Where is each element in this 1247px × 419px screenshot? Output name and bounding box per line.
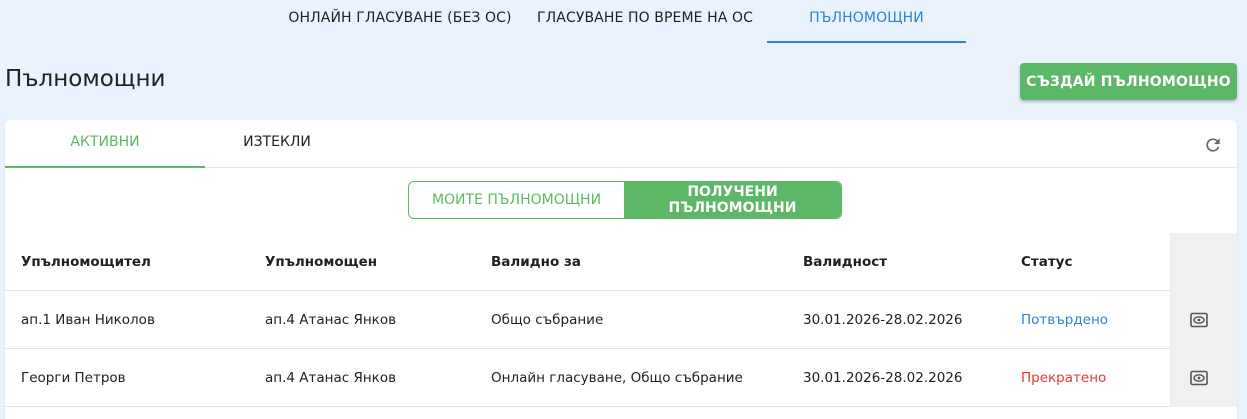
tab-proxies[interactable]: ПЪЛНОМОЩНИ xyxy=(767,0,966,44)
my-proxies-button[interactable]: МОИТЕ ПЪЛНОМОЩНИ xyxy=(409,182,624,218)
create-proxy-button[interactable]: СЪЗДАЙ ПЪЛНОМОЩНО xyxy=(1020,63,1237,100)
tab-active[interactable]: АКТИВНИ xyxy=(5,120,205,168)
proxy-cell: ап.4 Атанас Янков xyxy=(265,312,397,328)
top-tabs: ОНЛАЙН ГЛАСУВАНЕ (БЕЗ ОС) ГЛАСУВАНЕ ПО В… xyxy=(0,0,1247,44)
received-proxies-button[interactable]: ПОЛУЧЕНИ ПЪЛНОМОЩНИ xyxy=(624,182,841,218)
actions-column-header xyxy=(1170,233,1237,291)
validity-cell: 30.01.2026-28.02.2026 xyxy=(803,312,963,328)
column-header-proxy[interactable]: Упълномощен xyxy=(265,233,377,291)
tab-active-indicator xyxy=(767,41,966,43)
principal-cell: ап.1 Иван Николов xyxy=(21,312,155,328)
tab-expired[interactable]: ИЗТЕКЛИ xyxy=(177,120,377,168)
column-header-valid-for[interactable]: Валидно за xyxy=(491,233,581,291)
proxy-direction-toggle: МОИТЕ ПЪЛНОМОЩНИ ПОЛУЧЕНИ ПЪЛНОМОЩНИ xyxy=(408,181,842,219)
status-tabs: АКТИВНИ ИЗТЕКЛИ xyxy=(5,120,1237,168)
proxies-card: АКТИВНИ ИЗТЕКЛИ МОИТЕ ПЪЛНОМОЩНИ ПОЛУЧЕН… xyxy=(5,120,1237,419)
eye-icon[interactable] xyxy=(1190,312,1208,328)
table-header-row: Упълномощител Упълномощен Валидно за Вал… xyxy=(5,233,1237,291)
status-badge: Прекратено xyxy=(1021,370,1107,386)
table-row: Георги Петров ап.4 Атанас Янков Онлайн г… xyxy=(5,349,1237,407)
sub-tab-active-indicator xyxy=(5,166,205,168)
refresh-icon[interactable] xyxy=(1203,135,1223,155)
column-header-status[interactable]: Статус xyxy=(1021,233,1072,291)
proxies-table: Упълномощител Упълномощен Валидно за Вал… xyxy=(5,233,1237,407)
column-header-principal[interactable]: Упълномощител xyxy=(21,233,151,291)
page-title: Пълномощни xyxy=(5,66,166,92)
principal-cell: Георги Петров xyxy=(21,370,126,386)
eye-icon[interactable] xyxy=(1190,370,1208,386)
status-badge: Потвърдено xyxy=(1021,312,1109,328)
valid-for-cell: Онлайн гласуване, Общо събрание xyxy=(491,370,743,386)
tab-meeting-voting[interactable]: ГЛАСУВАНЕ ПО ВРЕМЕ НА ОС xyxy=(530,0,760,44)
valid-for-cell: Общо събрание xyxy=(491,312,604,328)
validity-cell: 30.01.2026-28.02.2026 xyxy=(803,370,963,386)
column-header-validity[interactable]: Валидност xyxy=(803,233,887,291)
tab-online-voting[interactable]: ОНЛАЙН ГЛАСУВАНЕ (БЕЗ ОС) xyxy=(280,0,520,44)
table-row: ап.1 Иван Николов ап.4 Атанас Янков Общо… xyxy=(5,291,1237,349)
proxy-cell: ап.4 Атанас Янков xyxy=(265,370,397,386)
